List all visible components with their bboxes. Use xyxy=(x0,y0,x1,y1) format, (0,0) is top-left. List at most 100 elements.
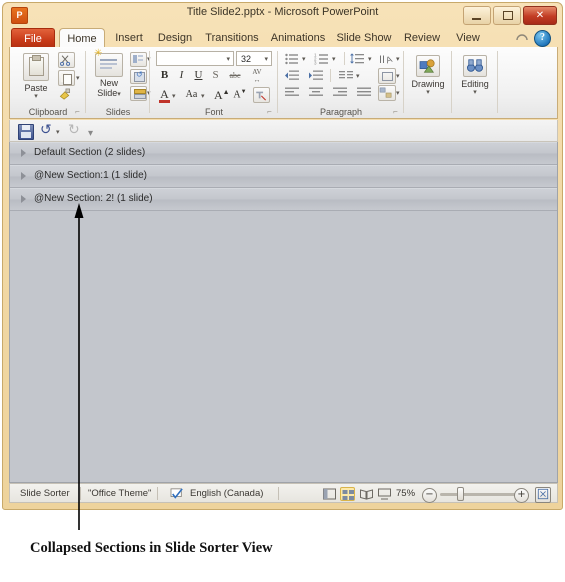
expand-collapse-chevron-icon[interactable] xyxy=(21,172,26,180)
view-button-reading[interactable] xyxy=(359,487,374,501)
undo-dropdown-caret[interactable]: ▾ xyxy=(56,128,60,136)
columns-caret[interactable]: ▾ xyxy=(356,73,360,80)
tab-animations[interactable]: Animations xyxy=(267,28,329,48)
new-slide-dropdown-caret[interactable]: ▾ xyxy=(117,91,121,98)
font-color-button[interactable]: A xyxy=(158,87,171,103)
underline-button[interactable]: U xyxy=(192,69,205,81)
zoom-out-button[interactable]: − xyxy=(422,488,437,503)
new-slide-button[interactable]: ✳ New Slide▾ xyxy=(90,49,128,98)
section-button[interactable] xyxy=(130,86,147,101)
status-divider xyxy=(278,487,279,500)
paragraph-dialog-launcher[interactable]: ⌐ xyxy=(391,107,400,116)
language-label[interactable]: English (Canada) xyxy=(190,488,263,499)
view-button-normal[interactable] xyxy=(322,487,337,501)
zoom-in-button[interactable]: + xyxy=(514,488,529,503)
tab-slide-show[interactable]: Slide Show xyxy=(333,28,395,48)
close-button[interactable]: ✕ xyxy=(523,6,557,25)
align-text-caret[interactable]: ▾ xyxy=(396,73,400,80)
line-spacing-caret[interactable]: ▾ xyxy=(368,56,372,63)
zoom-slider-track[interactable] xyxy=(440,493,518,496)
undo-button[interactable]: ↺ xyxy=(40,123,52,138)
ribbon: Paste ▾ ▾ Clipboard ⌐ ✳ New Slide▾ ↺ Sli… xyxy=(9,47,558,119)
reset-slide-button[interactable]: ↺ xyxy=(130,69,147,84)
drawing-caret[interactable]: ▾ xyxy=(411,89,445,96)
copy-dropdown-caret[interactable]: ▾ xyxy=(76,75,80,82)
change-case-button[interactable]: Aa xyxy=(183,89,200,100)
convert-to-smartart-button[interactable] xyxy=(378,85,396,101)
fit-to-window-button[interactable] xyxy=(535,487,551,503)
expand-collapse-chevron-icon[interactable] xyxy=(21,195,26,203)
theme-label[interactable]: "Office Theme" xyxy=(88,488,151,499)
align-text-button[interactable] xyxy=(378,68,396,84)
editing-caret[interactable]: ▾ xyxy=(458,89,492,96)
copy-button[interactable] xyxy=(58,70,75,86)
bullets-button[interactable] xyxy=(284,52,300,65)
section-row-new-2[interactable]: @New Section: 2! (1 slide) xyxy=(10,188,557,211)
text-direction-caret[interactable]: ▾ xyxy=(396,56,400,63)
shrink-font-button[interactable]: A▼ xyxy=(233,89,247,100)
slide-layout-button[interactable] xyxy=(130,52,147,67)
font-size-value: 32 xyxy=(241,54,252,64)
cut-button[interactable] xyxy=(58,52,75,68)
align-right-button[interactable] xyxy=(332,86,348,99)
font-name-combo[interactable]: ▾ xyxy=(156,51,234,66)
save-button[interactable] xyxy=(18,124,34,140)
zoom-slider-thumb[interactable] xyxy=(457,487,464,501)
grow-font-button[interactable]: A▲ xyxy=(214,88,230,103)
font-color-caret[interactable]: ▾ xyxy=(172,93,176,100)
paste-button[interactable]: Paste ▾ xyxy=(16,53,56,100)
justify-button[interactable] xyxy=(356,86,372,99)
tab-home[interactable]: Home xyxy=(59,28,105,48)
tab-file[interactable]: File xyxy=(11,28,55,48)
numbering-caret[interactable]: ▾ xyxy=(332,56,336,63)
bullets-caret[interactable]: ▾ xyxy=(302,56,306,63)
slide-sorter-view-icon xyxy=(342,490,354,500)
ribbon-tab-strip: File Home Insert Design Transitions Anim… xyxy=(3,27,562,48)
tab-design[interactable]: Design xyxy=(153,28,197,48)
align-right-icon xyxy=(333,87,347,96)
clear-formatting-button[interactable] xyxy=(253,87,270,103)
font-size-caret[interactable]: ▾ xyxy=(264,56,268,63)
align-left-button[interactable] xyxy=(284,86,300,99)
tab-review[interactable]: Review xyxy=(399,28,445,48)
decrease-indent-button[interactable] xyxy=(284,69,300,82)
character-spacing-button[interactable]: AV ↔ xyxy=(249,68,265,84)
expand-collapse-chevron-icon[interactable] xyxy=(21,149,26,157)
numbering-button[interactable]: 1 2 3 xyxy=(314,52,330,66)
minimize-button[interactable] xyxy=(463,6,491,25)
customize-toolbar-button[interactable]: ▾ xyxy=(88,128,93,139)
font-size-combo[interactable]: 32 ▾ xyxy=(236,51,272,66)
justify-icon xyxy=(357,87,371,96)
help-button[interactable]: ? xyxy=(534,30,551,47)
format-painter-button[interactable] xyxy=(58,88,73,102)
tab-transitions[interactable]: Transitions xyxy=(201,28,263,48)
drawing-button[interactable]: Drawing ▾ xyxy=(411,55,445,96)
tab-view[interactable]: View xyxy=(449,28,487,48)
font-name-caret[interactable]: ▾ xyxy=(226,56,230,63)
section-row-default[interactable]: Default Section (2 slides) xyxy=(10,142,557,165)
change-case-caret[interactable]: ▾ xyxy=(201,93,205,100)
increase-indent-button[interactable] xyxy=(308,69,324,82)
view-button-slide-show[interactable] xyxy=(377,487,392,501)
line-spacing-button[interactable] xyxy=(350,52,366,65)
view-button-slide-sorter[interactable] xyxy=(340,487,355,501)
convert-to-smartart-icon xyxy=(379,87,392,98)
svg-text:A: A xyxy=(384,54,393,65)
text-direction-button[interactable]: ⅠⅠ A xyxy=(378,52,394,66)
section-row-new-1[interactable]: @New Section:1 (1 slide) xyxy=(10,165,557,188)
font-dialog-launcher[interactable]: ⌐ xyxy=(265,107,274,116)
editing-button[interactable]: Editing ▾ xyxy=(458,55,492,96)
clipboard-dialog-launcher[interactable]: ⌐ xyxy=(73,107,82,116)
bold-button[interactable]: B xyxy=(158,69,171,81)
text-shadow-button[interactable]: S xyxy=(209,69,222,81)
tab-insert[interactable]: Insert xyxy=(109,28,149,48)
italic-button[interactable]: I xyxy=(175,69,188,81)
smartart-caret[interactable]: ▾ xyxy=(396,90,400,97)
collapse-ribbon-icon[interactable] xyxy=(516,32,528,42)
restore-button[interactable] xyxy=(493,6,521,25)
columns-button[interactable] xyxy=(338,69,354,82)
align-center-button[interactable] xyxy=(308,86,324,99)
strikethrough-button[interactable]: abc xyxy=(226,71,244,80)
spell-check-icon[interactable] xyxy=(170,488,184,500)
paste-dropdown-caret[interactable]: ▾ xyxy=(16,93,56,100)
